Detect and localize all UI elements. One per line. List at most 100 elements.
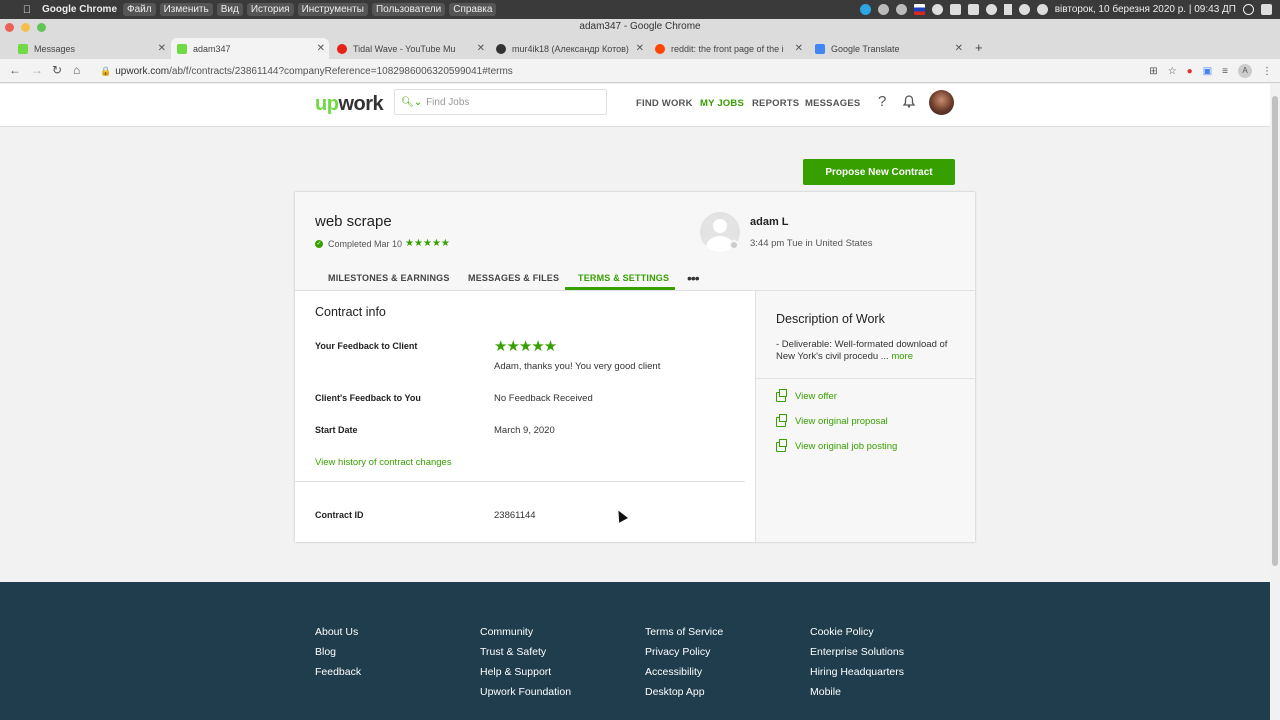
close-tab-icon[interactable]: ✕ — [955, 43, 963, 54]
tab-messages[interactable]: Messages ✕ — [12, 38, 170, 59]
kebab-menu-icon[interactable]: ⋮ — [1262, 66, 1272, 77]
tab-terms-settings[interactable]: TERMS & SETTINGS — [578, 273, 669, 283]
close-tab-icon[interactable]: ✕ — [158, 43, 166, 54]
keyboard-layout-flag-icon[interactable] — [913, 4, 925, 15]
clock[interactable]: вівторок, 10 березня 2020 р. | 09:43 ДП — [1055, 4, 1236, 15]
view-offer-link[interactable]: View offer — [776, 388, 837, 402]
close-tab-icon[interactable]: ✕ — [477, 43, 485, 54]
tab-youtube[interactable]: Tidal Wave - YouTube Mu ✕ — [331, 38, 489, 59]
tab-github[interactable]: mur4ik18 (Александр Котов) ✕ — [490, 38, 648, 59]
logo-work: work — [338, 93, 384, 115]
view-job-posting-link[interactable]: View original job posting — [776, 438, 897, 452]
translate-favicon-icon — [815, 43, 825, 54]
menu-users[interactable]: Пользователи — [371, 3, 446, 16]
propose-new-contract-button[interactable]: Propose New Contract — [803, 159, 955, 185]
close-tab-icon[interactable]: ✕ — [636, 43, 644, 54]
forward-icon[interactable]: → — [31, 63, 43, 77]
close-tab-icon[interactable]: ✕ — [317, 43, 325, 54]
footer-hiring-hq[interactable]: Hiring Headquarters — [810, 666, 904, 678]
contract-info-pane: Contract info Your Feedback to Client ★★… — [295, 291, 755, 542]
github-favicon-icon — [496, 43, 506, 54]
nav-find-work[interactable]: FIND WORK — [636, 98, 693, 109]
maximize-window-icon[interactable] — [37, 23, 46, 32]
lock-icon[interactable]: 🔒 — [100, 66, 111, 76]
search-input[interactable]: 🔍︎⌄ Find Jobs — [394, 89, 607, 115]
footer-feedback[interactable]: Feedback — [315, 666, 361, 678]
menu-icon[interactable] — [1261, 4, 1272, 15]
back-icon[interactable]: ← — [9, 63, 21, 77]
power-icon[interactable] — [895, 4, 907, 15]
footer-trust-safety[interactable]: Trust & Safety — [480, 646, 546, 658]
footer-privacy[interactable]: Privacy Policy — [645, 646, 710, 658]
tab-reddit[interactable]: reddit: the front page of the i ✕ — [649, 38, 807, 59]
url-field[interactable]: 🔒 upwork.com/ab/f/contracts/23861144?comp… — [100, 63, 513, 79]
upwork-logo[interactable]: upwork — [315, 93, 384, 116]
footer-enterprise[interactable]: Enterprise Solutions — [810, 646, 904, 658]
bell-icon[interactable] — [903, 95, 915, 108]
more-link[interactable]: more — [891, 351, 913, 362]
close-tab-icon[interactable]: ✕ — [795, 43, 803, 54]
footer-accessibility[interactable]: Accessibility — [645, 666, 702, 678]
start-date-label: Start Date — [315, 425, 358, 435]
client-feedback-label: Client's Feedback to You — [315, 393, 421, 403]
avatar-head — [713, 219, 727, 233]
scrollbar-thumb[interactable] — [1272, 96, 1278, 566]
nav-reports[interactable]: REPORTS — [752, 98, 799, 109]
view-proposal-label: View original proposal — [795, 416, 888, 427]
home-icon[interactable]: ⌂ — [73, 63, 80, 77]
search-icon[interactable]: 🔍︎⌄ — [401, 97, 422, 108]
url-path: /ab/f/contracts/23861144?companyReferenc… — [169, 66, 513, 77]
bookmark-star-icon[interactable]: ☆ — [1168, 66, 1177, 77]
footer-mobile[interactable]: Mobile — [810, 686, 841, 698]
clipboard-icon[interactable] — [967, 4, 979, 15]
extension-icon[interactable]: ● — [1187, 66, 1193, 77]
view-proposal-link[interactable]: View original proposal — [776, 413, 888, 427]
tab-messages-files[interactable]: MESSAGES & FILES — [468, 273, 559, 283]
footer-cookie-policy[interactable]: Cookie Policy — [810, 626, 874, 638]
translate-extension-icon[interactable]: ▣ — [1203, 66, 1212, 77]
footer-blog[interactable]: Blog — [315, 646, 336, 658]
menu-help[interactable]: Справка — [449, 3, 497, 16]
minimize-window-icon[interactable] — [21, 23, 30, 32]
menu-tools[interactable]: Инструменты — [297, 3, 368, 16]
search-icon[interactable] — [1243, 4, 1254, 15]
wifi-icon[interactable] — [1018, 4, 1030, 15]
reload-icon[interactable]: ↻ — [52, 63, 62, 77]
battery-icon[interactable] — [949, 4, 961, 15]
menu-file[interactable]: Файл — [123, 3, 156, 16]
nav-messages[interactable]: MESSAGES — [805, 98, 860, 109]
footer-terms[interactable]: Terms of Service — [645, 626, 723, 638]
footer-community[interactable]: Community — [480, 626, 533, 638]
nav-my-jobs[interactable]: MY JOBS — [700, 98, 744, 109]
close-window-icon[interactable] — [5, 23, 14, 32]
menu-view[interactable]: Вид — [216, 3, 243, 16]
help-icon[interactable]: ? — [878, 93, 886, 110]
reading-list-icon[interactable]: ≡ — [1222, 66, 1228, 77]
tab-milestones-earnings[interactable]: MILESTONES & EARNINGS — [328, 273, 450, 283]
more-tabs-icon[interactable]: ••• — [687, 270, 700, 286]
translate-icon[interactable]: ⊞ — [1149, 66, 1157, 77]
page-scrollbar[interactable] — [1270, 84, 1280, 720]
footer-help-support[interactable]: Help & Support — [480, 666, 551, 678]
check-icon[interactable] — [931, 4, 943, 15]
volume-icon[interactable] — [1036, 4, 1048, 15]
footer-upwork-foundation[interactable]: Upwork Foundation — [480, 686, 571, 698]
bluetooth-icon[interactable] — [985, 4, 997, 15]
telegram-icon[interactable] — [859, 4, 871, 15]
your-feedback-label: Your Feedback to Client — [315, 341, 418, 351]
tab-adam347[interactable]: adam347 ✕ — [171, 38, 329, 59]
profile-icon[interactable]: A — [1238, 64, 1252, 78]
new-tab-icon[interactable]: + — [975, 40, 983, 55]
view-history-link[interactable]: View history of contract changes — [315, 457, 452, 468]
site-header: upwork 🔍︎⌄ Find Jobs FIND WORK MY JOBS R… — [0, 84, 1270, 127]
dropdown-icon[interactable] — [1003, 4, 1012, 15]
footer-about-us[interactable]: About Us — [315, 626, 358, 638]
tab-google-translate[interactable]: Google Translate ✕ — [809, 38, 967, 59]
user-avatar[interactable] — [929, 90, 954, 115]
menu-edit[interactable]: Изменить — [159, 3, 213, 16]
play-icon[interactable] — [877, 4, 889, 15]
app-name[interactable]: Google Chrome — [42, 4, 117, 15]
menu-history[interactable]: История — [246, 3, 294, 16]
footer-desktop-app[interactable]: Desktop App — [645, 686, 705, 698]
apple-icon[interactable]:  — [20, 4, 34, 16]
